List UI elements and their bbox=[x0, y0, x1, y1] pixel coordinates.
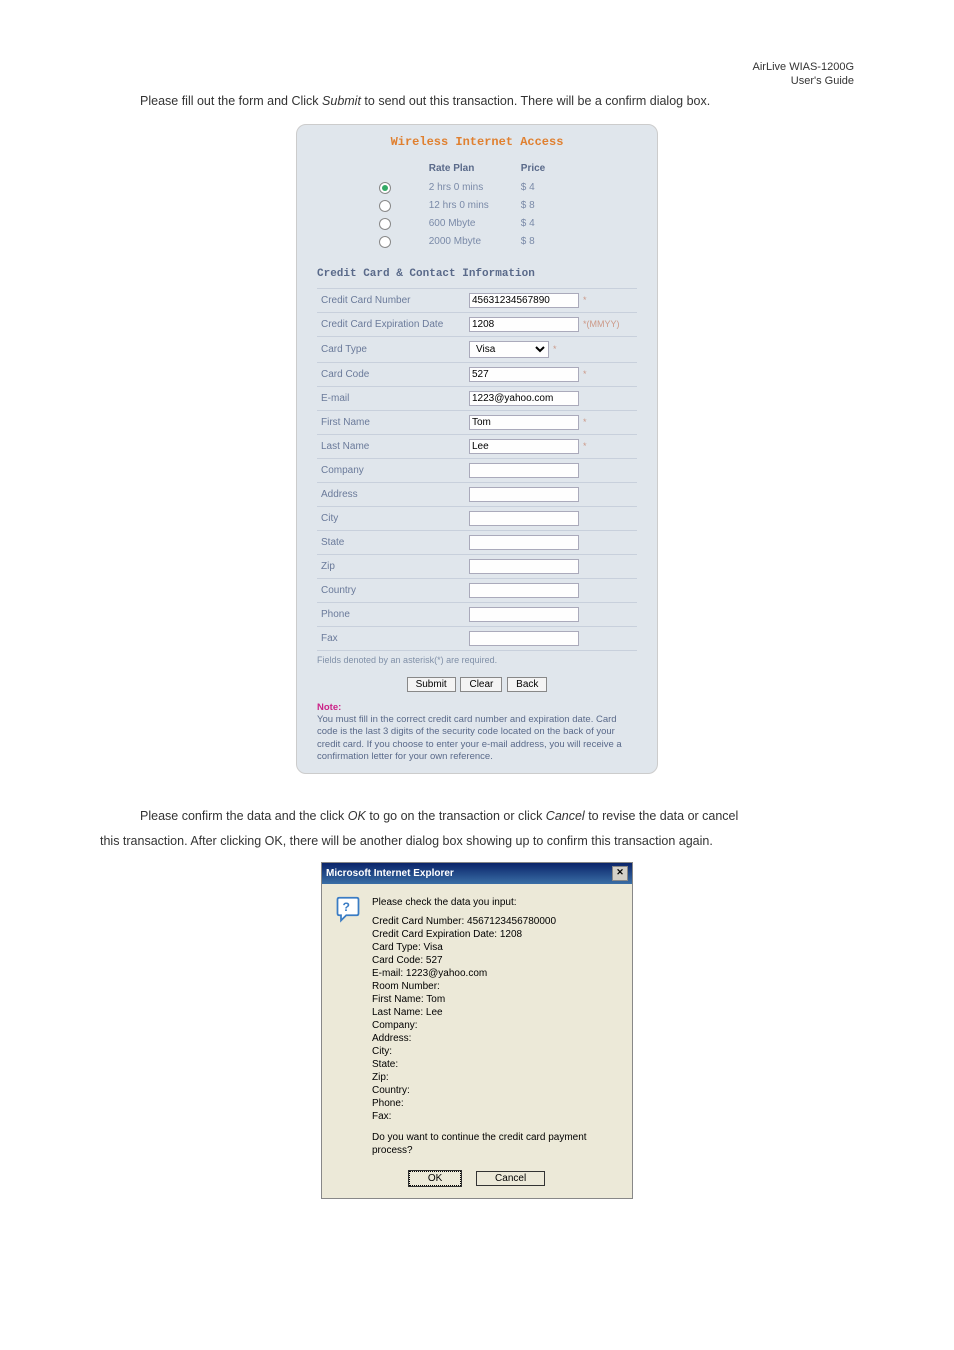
dlg-line-8: Company: bbox=[372, 1019, 620, 1032]
hint-cc-number: * bbox=[579, 295, 587, 305]
para3: this transaction. After clicking OK, the… bbox=[100, 834, 713, 848]
input-country[interactable] bbox=[469, 583, 579, 598]
lbl-phone: Phone bbox=[317, 602, 465, 626]
input-state[interactable] bbox=[469, 535, 579, 550]
rate-header: Rate Plan bbox=[429, 161, 519, 178]
hint-first-name: * bbox=[579, 417, 587, 427]
svg-text:?: ? bbox=[343, 900, 350, 914]
lbl-country: Country bbox=[317, 578, 465, 602]
dlg-line-6: First Name: Tom bbox=[372, 993, 620, 1006]
plan-2-price: $ 4 bbox=[521, 216, 575, 232]
dlg-line-2: Card Type: Visa bbox=[372, 941, 620, 954]
plan-0-label: 2 hrs 0 mins bbox=[429, 180, 519, 196]
product-name: AirLive WIAS-1200G bbox=[0, 60, 854, 74]
input-email[interactable] bbox=[469, 391, 579, 406]
dialog-cancel-button[interactable]: Cancel bbox=[476, 1171, 545, 1186]
radio-plan-0[interactable] bbox=[379, 182, 391, 194]
inline-submit-ref: Submit bbox=[322, 94, 361, 108]
question-icon: ? bbox=[334, 896, 362, 924]
dlg-line-15: Fax: bbox=[372, 1110, 620, 1123]
input-city[interactable] bbox=[469, 511, 579, 526]
input-address[interactable] bbox=[469, 487, 579, 502]
plan-3-label: 2000 Mbyte bbox=[429, 234, 519, 250]
inline-ok-ref: OK bbox=[348, 809, 366, 823]
radio-plan-1[interactable] bbox=[379, 200, 391, 212]
lbl-cc-number: Credit Card Number bbox=[317, 288, 465, 312]
dlg-line-5: Room Number: bbox=[372, 980, 620, 993]
lbl-city: City bbox=[317, 506, 465, 530]
input-card-code[interactable] bbox=[469, 367, 579, 382]
doc-subtitle: User's Guide bbox=[0, 74, 854, 88]
lbl-fax: Fax bbox=[317, 626, 465, 650]
dlg-line-13: Country: bbox=[372, 1084, 620, 1097]
select-card-type[interactable]: Visa bbox=[469, 341, 549, 358]
input-cc-number[interactable] bbox=[469, 293, 579, 308]
input-zip[interactable] bbox=[469, 559, 579, 574]
close-icon[interactable]: ✕ bbox=[612, 866, 628, 881]
input-first-name[interactable] bbox=[469, 415, 579, 430]
para2-b: to go on the transaction or click bbox=[369, 809, 545, 823]
dlg-line-3: Card Code: 527 bbox=[372, 954, 620, 967]
plan-3-price: $ 8 bbox=[521, 234, 575, 250]
lbl-card-code: Card Code bbox=[317, 362, 465, 386]
radio-plan-2[interactable] bbox=[379, 218, 391, 230]
price-header: Price bbox=[521, 161, 575, 178]
back-button[interactable]: Back bbox=[507, 677, 547, 692]
inline-cancel-ref: Cancel bbox=[546, 809, 585, 823]
hint-last-name: * bbox=[579, 441, 587, 451]
para1-a: Please fill out the form and Click bbox=[140, 94, 322, 108]
input-phone[interactable] bbox=[469, 607, 579, 622]
plan-0-price: $ 4 bbox=[521, 180, 575, 196]
dlg-line-4: E-mail: 1223@yahoo.com bbox=[372, 967, 620, 980]
dlg-line-9: Address: bbox=[372, 1032, 620, 1045]
required-note: Fields denoted by an asterisk(*) are req… bbox=[297, 651, 657, 673]
submit-button[interactable]: Submit bbox=[407, 677, 456, 692]
lbl-card-type: Card Type bbox=[317, 336, 465, 362]
cc-section-title: Credit Card & Contact Information bbox=[297, 264, 657, 288]
confirm-dialog: Microsoft Internet Explorer ✕ ? Please c… bbox=[321, 862, 633, 1199]
rate-plan-table: Rate Plan Price 2 hrs 0 mins $ 4 12 hrs … bbox=[377, 159, 578, 252]
lbl-zip: Zip bbox=[317, 554, 465, 578]
hint-cc-exp: *(MMYY) bbox=[579, 319, 620, 329]
dlg-line-14: Phone: bbox=[372, 1097, 620, 1110]
radio-plan-3[interactable] bbox=[379, 236, 391, 248]
input-cc-exp[interactable] bbox=[469, 317, 579, 332]
plan-1-label: 12 hrs 0 mins bbox=[429, 198, 519, 214]
para2-c: to revise the data or cancel bbox=[588, 809, 738, 823]
dialog-title-text: Microsoft Internet Explorer bbox=[326, 868, 454, 879]
note-label: Note: bbox=[317, 702, 341, 713]
input-last-name[interactable] bbox=[469, 439, 579, 454]
input-company[interactable] bbox=[469, 463, 579, 478]
lbl-company: Company bbox=[317, 458, 465, 482]
dlg-line-7: Last Name: Lee bbox=[372, 1006, 620, 1019]
lbl-address: Address bbox=[317, 482, 465, 506]
lbl-first-name: First Name bbox=[317, 410, 465, 434]
para2-a: Please confirm the data and the click bbox=[140, 809, 348, 823]
cc-form-table: Credit Card Number * Credit Card Expirat… bbox=[317, 288, 637, 651]
lbl-last-name: Last Name bbox=[317, 434, 465, 458]
note-text: You must fill in the correct credit card… bbox=[317, 714, 622, 762]
form-title: Wireless Internet Access bbox=[297, 125, 657, 159]
dlg-line-10: City: bbox=[372, 1045, 620, 1058]
lbl-email: E-mail bbox=[317, 386, 465, 410]
dialog-ok-button[interactable]: OK bbox=[409, 1171, 461, 1186]
dlg-line-1: Credit Card Expiration Date: 1208 bbox=[372, 928, 620, 941]
hint-card-type: * bbox=[549, 344, 557, 354]
clear-button[interactable]: Clear bbox=[460, 677, 502, 692]
hint-card-code: * bbox=[579, 369, 587, 379]
dialog-intro: Please check the data you input: bbox=[372, 896, 620, 909]
dlg-line-0: Credit Card Number: 4567123456780000 bbox=[372, 915, 620, 928]
lbl-state: State bbox=[317, 530, 465, 554]
plan-1-price: $ 8 bbox=[521, 198, 575, 214]
lbl-cc-exp: Credit Card Expiration Date bbox=[317, 312, 465, 336]
dlg-line-12: Zip: bbox=[372, 1071, 620, 1084]
form-screenshot: Wireless Internet Access Rate Plan Price… bbox=[296, 124, 658, 775]
input-fax[interactable] bbox=[469, 631, 579, 646]
dialog-prompt: Do you want to continue the credit card … bbox=[372, 1131, 620, 1157]
plan-2-label: 600 Mbyte bbox=[429, 216, 519, 232]
dlg-line-11: State: bbox=[372, 1058, 620, 1071]
para1-b: to send out this transaction. There will… bbox=[364, 94, 710, 108]
